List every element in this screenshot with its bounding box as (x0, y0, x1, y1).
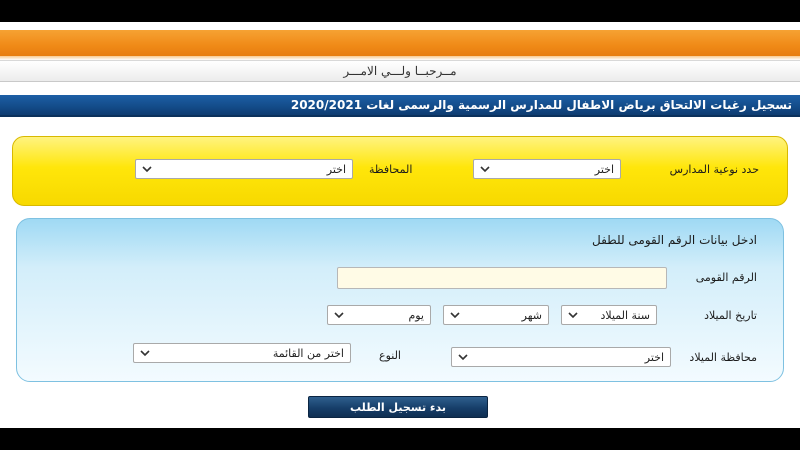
governorate-label: المحافظة (369, 163, 413, 176)
chevron-down-icon (568, 312, 578, 319)
birth-day-select[interactable]: يوم (327, 305, 431, 325)
welcome-banner: مــرحبــا ولـــي الامـــر (0, 60, 800, 82)
governorate-select[interactable]: اختر (135, 159, 353, 179)
welcome-text: مــرحبــا ولـــي الامـــر (343, 64, 457, 78)
chevron-down-icon (458, 354, 468, 361)
chevron-down-icon (480, 166, 490, 173)
start-registration-button[interactable]: بدء تسجيل الطلب (308, 396, 488, 418)
national-id-input[interactable] (337, 267, 667, 289)
child-data-section-title: ادخل بيانات الرقم القومى للطفل (591, 233, 757, 247)
school-filter-panel: حدد نوعية المدارس اختر المحافظة اختر (12, 136, 788, 206)
header-orange-band (0, 30, 800, 56)
chevron-down-icon (140, 350, 150, 357)
start-registration-label: بدء تسجيل الطلب (349, 400, 447, 414)
letterbox-top (0, 0, 800, 22)
gender-select[interactable]: اختر من القائمة (133, 343, 351, 363)
page-title: تسجيل رغبات الالتحاق برياض الاطفال للمدا… (290, 98, 792, 112)
school-type-label: حدد نوعية المدارس (669, 163, 759, 176)
chevron-down-icon (450, 312, 460, 319)
child-data-panel: ادخل بيانات الرقم القومى للطفل الرقم الق… (16, 218, 784, 382)
letterbox-bottom (0, 428, 800, 450)
national-id-label: الرقم القومى (695, 271, 757, 284)
birth-governorate-select[interactable]: اختر (451, 347, 671, 367)
birth-year-select[interactable]: سنة الميلاد (561, 305, 657, 325)
chevron-down-icon (334, 312, 344, 319)
school-type-select[interactable]: اختر (473, 159, 621, 179)
page-title-band: تسجيل رغبات الالتحاق برياض الاطفال للمدا… (0, 95, 800, 117)
birth-governorate-label: محافظة الميلاد (689, 351, 757, 364)
chevron-down-icon (142, 166, 152, 173)
birth-month-select[interactable]: شهر (443, 305, 549, 325)
gender-label: النوع (379, 349, 401, 362)
birth-date-label: تاريخ الميلاد (704, 309, 757, 322)
